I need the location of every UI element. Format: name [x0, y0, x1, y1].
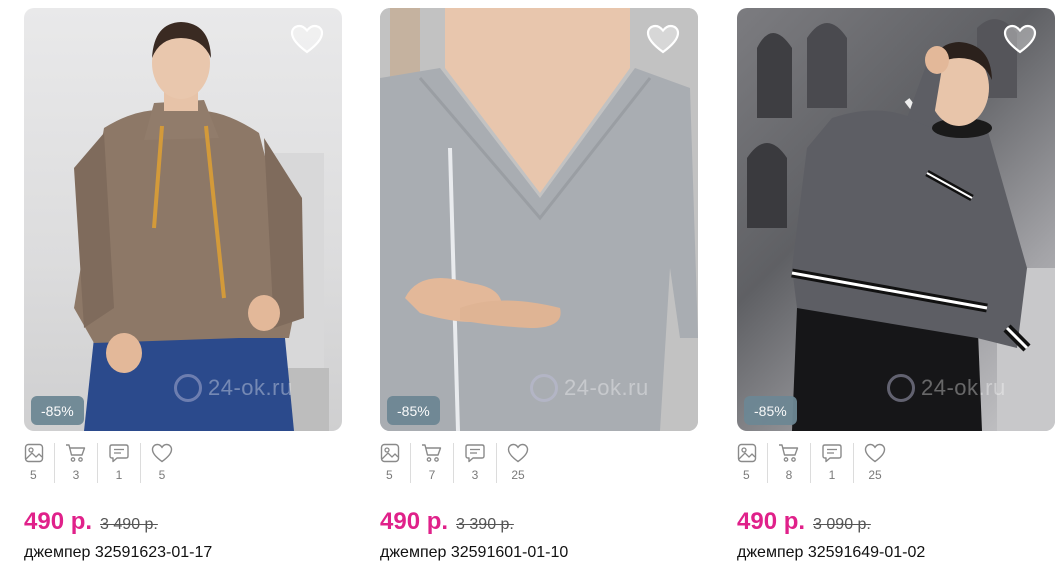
image-icon — [737, 443, 757, 463]
product-photo-illustration — [380, 8, 698, 431]
discount-badge: -85% — [31, 396, 84, 425]
stat-comments-count: 3 — [471, 468, 479, 482]
product-stats: 5 7 3 25 — [380, 443, 698, 483]
product-image[interactable]: 24-ok.ru -85% — [737, 8, 1055, 431]
stat-likes-count: 5 — [158, 468, 166, 482]
cart-icon — [422, 444, 442, 462]
heart-outline-icon — [507, 443, 529, 463]
product-title[interactable]: джемпер 32591649-01-02 — [737, 544, 1055, 562]
stat-photos[interactable]: 5 — [380, 443, 411, 483]
stat-comments-count: 1 — [115, 468, 123, 482]
discount-badge: -85% — [744, 396, 797, 425]
stat-cart-count: 3 — [72, 468, 80, 482]
stat-likes[interactable]: 5 — [141, 443, 183, 483]
old-price: 3 090 р. — [813, 516, 871, 533]
heart-icon — [1003, 24, 1037, 54]
favorite-button[interactable] — [1003, 24, 1039, 58]
comment-icon — [465, 444, 485, 463]
heart-icon — [290, 24, 324, 54]
cart-icon — [779, 444, 799, 462]
product-card[interactable]: 24-ok.ru -85% 5 8 1 25 490 р. 3 090 р. д… — [737, 8, 1055, 562]
image-icon — [380, 443, 400, 463]
product-photo-illustration — [74, 22, 329, 431]
product-stats: 5 8 1 25 — [737, 443, 1055, 483]
current-price: 490 р. — [24, 508, 93, 535]
stat-likes[interactable]: 25 — [497, 443, 539, 483]
stat-photos-count: 5 — [30, 468, 37, 482]
cart-icon — [66, 444, 86, 462]
stat-likes-count: 25 — [511, 468, 525, 482]
favorite-button[interactable] — [646, 24, 682, 58]
favorite-button[interactable] — [290, 24, 326, 58]
stat-cart-count: 8 — [785, 468, 793, 482]
product-title[interactable]: джемпер 32591601-01-10 — [380, 544, 698, 562]
product-stats: 5 3 1 5 — [24, 443, 342, 483]
watermark-logo-icon — [174, 374, 202, 402]
product-card[interactable]: 24-ok.ru -85% 5 3 1 5 490 р. 3 490 р. дж… — [24, 8, 342, 562]
old-price: 3 390 р. — [456, 516, 514, 533]
stat-cart[interactable]: 3 — [55, 443, 98, 483]
product-card[interactable]: 24-ok.ru -85% 5 7 3 25 490 р. 3 390 р. д… — [380, 8, 698, 562]
product-image[interactable]: 24-ok.ru -85% — [380, 8, 698, 431]
stat-comments-count: 1 — [828, 468, 836, 482]
stat-cart[interactable]: 8 — [768, 443, 811, 483]
product-title[interactable]: джемпер 32591623-01-17 — [24, 544, 342, 562]
stat-comments[interactable]: 1 — [811, 443, 854, 483]
watermark-logo-icon — [887, 374, 915, 402]
product-image[interactable]: 24-ok.ru -85% — [24, 8, 342, 431]
watermark-logo-icon — [530, 374, 558, 402]
current-price: 490 р. — [737, 508, 806, 535]
comment-icon — [109, 444, 129, 463]
stat-comments[interactable]: 3 — [454, 443, 497, 483]
current-price: 490 р. — [380, 508, 449, 535]
stat-likes[interactable]: 25 — [854, 443, 896, 483]
heart-outline-icon — [864, 443, 886, 463]
heart-outline-icon — [151, 443, 173, 463]
watermark: 24-ok.ru — [530, 374, 649, 402]
stat-photos-count: 5 — [743, 468, 750, 482]
watermark: 24-ok.ru — [174, 374, 293, 402]
stat-likes-count: 25 — [868, 468, 882, 482]
price-row: 490 р. 3 090 р. — [737, 508, 1055, 536]
discount-badge: -85% — [387, 396, 440, 425]
price-row: 490 р. 3 390 р. — [380, 508, 698, 536]
stat-cart[interactable]: 7 — [411, 443, 454, 483]
image-icon — [24, 443, 44, 463]
product-photo-illustration — [747, 19, 1055, 431]
stat-photos[interactable]: 5 — [737, 443, 768, 483]
comment-icon — [822, 444, 842, 463]
stat-comments[interactable]: 1 — [98, 443, 141, 483]
stat-photos-count: 5 — [386, 468, 393, 482]
price-row: 490 р. 3 490 р. — [24, 508, 342, 536]
heart-icon — [646, 24, 680, 54]
stat-photos[interactable]: 5 — [24, 443, 55, 483]
watermark: 24-ok.ru — [887, 374, 1006, 402]
stat-cart-count: 7 — [428, 468, 436, 482]
old-price: 3 490 р. — [100, 516, 158, 533]
